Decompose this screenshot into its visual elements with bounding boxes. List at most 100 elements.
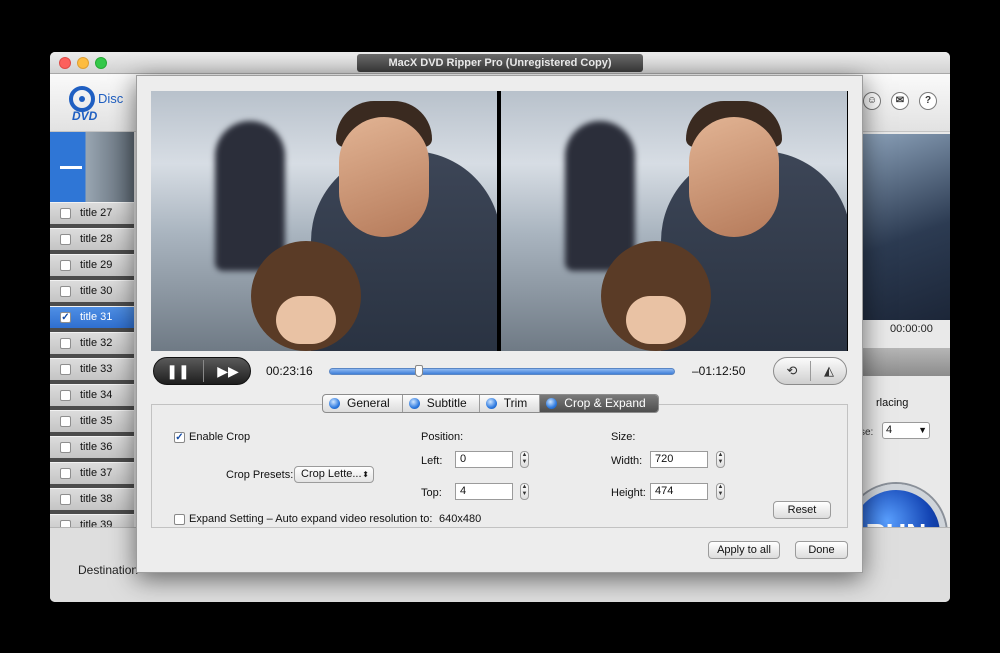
logo-sub-text: DVD bbox=[72, 109, 98, 122]
rotate-icon[interactable]: ⟲ bbox=[774, 358, 810, 384]
chevron-updown-icon: ⬍ bbox=[362, 470, 369, 479]
title-checkbox[interactable] bbox=[60, 286, 71, 297]
expand-setting-checkbox[interactable] bbox=[174, 514, 185, 525]
title-checkbox[interactable] bbox=[60, 390, 71, 401]
title-row[interactable]: title 37 bbox=[50, 462, 134, 484]
minimize-window-button[interactable] bbox=[77, 57, 89, 69]
crop-expand-panel: ✓ Enable Crop Crop Presets: Crop Lette..… bbox=[151, 404, 848, 528]
chevron-down-icon: ▼ bbox=[918, 425, 927, 435]
crop-presets-select[interactable]: Crop Lette... ⬍ bbox=[294, 466, 374, 483]
radio-dot-icon bbox=[329, 398, 340, 409]
tab-trim[interactable]: Trim bbox=[480, 395, 541, 412]
title-row[interactable]: title 28 bbox=[50, 228, 134, 250]
width-stepper[interactable]: ▲ ▼ bbox=[716, 451, 725, 468]
width-label: Width: bbox=[611, 455, 643, 467]
radio-dot-icon bbox=[485, 398, 497, 409]
radio-dot-icon bbox=[408, 398, 420, 409]
tab-label: Crop & Expand bbox=[564, 396, 646, 410]
preview-time: 00:00:00 bbox=[890, 323, 933, 335]
title-label: title 28 bbox=[80, 233, 113, 245]
mail-icon[interactable]: ✉ bbox=[891, 92, 909, 110]
remaining-time: –01:12:50 bbox=[692, 364, 746, 378]
tab-subtitle[interactable]: Subtitle bbox=[403, 395, 480, 412]
output-preview-thumbnail bbox=[863, 134, 950, 320]
height-stepper[interactable]: ▲ ▼ bbox=[716, 483, 725, 500]
title-checkbox[interactable] bbox=[60, 260, 71, 271]
title-checkbox[interactable] bbox=[60, 468, 71, 479]
seek-bar[interactable] bbox=[329, 365, 675, 377]
crop-presets-value: Crop Lette... bbox=[301, 468, 362, 480]
title-checkbox[interactable] bbox=[60, 416, 71, 427]
title-row[interactable]: title 32 bbox=[50, 332, 134, 354]
title-row[interactable]: title 27 bbox=[50, 202, 134, 224]
video-preview bbox=[151, 91, 848, 351]
help-icon[interactable]: ? bbox=[919, 92, 937, 110]
cropped-video-frame bbox=[501, 91, 847, 351]
height-field[interactable]: 474 bbox=[650, 483, 708, 500]
title-checkbox[interactable] bbox=[60, 494, 71, 505]
apply-to-all-button[interactable]: Apply to all bbox=[708, 541, 780, 559]
title-row[interactable]: title 39 bbox=[50, 514, 134, 527]
tab-general[interactable]: General bbox=[323, 395, 403, 412]
cpu-core-select[interactable]: 4 ▼ bbox=[882, 422, 930, 439]
logo-text: Disc bbox=[98, 91, 124, 106]
destination-label: Destination bbox=[78, 563, 139, 577]
title-checkbox[interactable] bbox=[60, 234, 71, 245]
done-button[interactable]: Done bbox=[795, 541, 848, 559]
size-label: Size: bbox=[611, 431, 636, 443]
title-label: title 33 bbox=[80, 363, 113, 375]
edit-tabs: General Subtitle Trim Crop & Expand bbox=[322, 394, 659, 413]
crop-expand-dialog: ❚❚ ▶▶ 00:23:16 –01:12:50 ⟲ ◭ ✓ Enable Cr… bbox=[136, 75, 863, 573]
title-label: title 29 bbox=[80, 259, 113, 271]
tab-crop-expand[interactable]: Crop & Expand bbox=[540, 395, 658, 412]
title-row[interactable]: title 38 bbox=[50, 488, 134, 510]
title-row[interactable]: title 36 bbox=[50, 436, 134, 458]
flip-icon[interactable]: ◭ bbox=[811, 358, 847, 384]
title-row[interactable]: ✓ title 31 bbox=[50, 306, 134, 328]
position-label: Position: bbox=[421, 431, 464, 443]
title-checkbox[interactable] bbox=[60, 442, 71, 453]
title-label: title 37 bbox=[80, 467, 113, 479]
seek-handle[interactable] bbox=[414, 365, 423, 377]
left-label: Left: bbox=[421, 455, 443, 467]
playback-controls: ❚❚ ▶▶ 00:23:16 –01:12:50 ⟲ ◭ bbox=[151, 356, 848, 386]
reset-button[interactable]: Reset bbox=[773, 501, 831, 519]
title-row[interactable]: title 34 bbox=[50, 384, 134, 406]
left-stepper[interactable]: ▲ ▼ bbox=[520, 451, 529, 468]
title-label: title 32 bbox=[80, 337, 113, 349]
title-checkbox[interactable]: ✓ bbox=[60, 312, 71, 323]
title-row[interactable]: title 35 bbox=[50, 410, 134, 432]
original-video-frame bbox=[151, 91, 497, 351]
title-label: title 31 bbox=[80, 311, 113, 323]
enable-crop-label: Enable Crop bbox=[189, 431, 251, 443]
title-checkbox[interactable] bbox=[60, 520, 71, 527]
title-row[interactable]: title 30 bbox=[50, 280, 134, 302]
fast-forward-button[interactable]: ▶▶ bbox=[204, 358, 252, 384]
pause-button[interactable]: ❚❚ bbox=[154, 358, 202, 384]
top-label: Top: bbox=[421, 487, 442, 499]
top-field[interactable]: 4 bbox=[455, 483, 513, 500]
title-checkbox[interactable] bbox=[60, 338, 71, 349]
title-row[interactable]: title 33 bbox=[50, 358, 134, 380]
width-field[interactable]: 720 bbox=[650, 451, 708, 468]
left-field[interactable]: 0 bbox=[455, 451, 513, 468]
user-icon[interactable]: ☺ bbox=[863, 92, 881, 110]
title-row[interactable]: title 29 bbox=[50, 254, 134, 276]
expand-setting-label: Expand Setting – Auto expand video resol… bbox=[189, 513, 433, 525]
title-label: title 38 bbox=[80, 493, 113, 505]
play-controls: ❚❚ ▶▶ bbox=[153, 357, 251, 385]
top-stepper[interactable]: ▲ ▼ bbox=[520, 483, 529, 500]
zoom-window-button[interactable] bbox=[95, 57, 107, 69]
crop-presets-label: Crop Presets: bbox=[226, 469, 294, 481]
dvd-disc-button[interactable]: Disc DVD bbox=[68, 84, 138, 123]
title-checkbox[interactable] bbox=[60, 208, 71, 219]
title-label: title 34 bbox=[80, 389, 113, 401]
enable-crop-checkbox[interactable]: ✓ bbox=[174, 432, 185, 443]
title-label: title 30 bbox=[80, 285, 113, 297]
title-label: title 27 bbox=[80, 207, 113, 219]
tab-label: Trim bbox=[503, 396, 528, 410]
close-window-button[interactable] bbox=[59, 57, 71, 69]
collapse-icon[interactable] bbox=[60, 166, 82, 169]
title-checkbox[interactable] bbox=[60, 364, 71, 375]
window-title: MacX DVD Ripper Pro (Unregistered Copy) bbox=[357, 54, 643, 72]
